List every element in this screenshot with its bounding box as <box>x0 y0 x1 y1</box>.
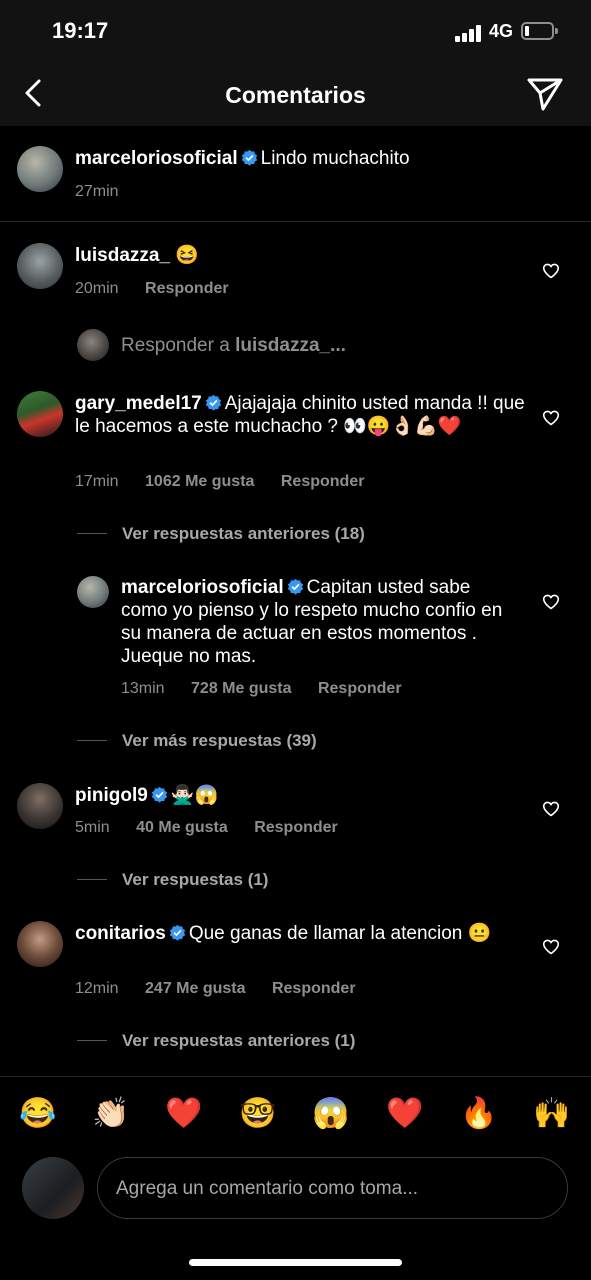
status-bar: 19:17 4G <box>0 0 591 64</box>
caption-meta: 27min <box>75 183 141 201</box>
reply-text: marceloriosoficial Capitan usted sabe com… <box>121 576 521 668</box>
direct-send-icon[interactable] <box>525 76 565 112</box>
avatar[interactable] <box>77 576 109 608</box>
timestamp: 5min <box>75 819 110 836</box>
signal-icon <box>455 24 483 42</box>
reply-button[interactable]: Responder <box>254 819 338 836</box>
comment-input-placeholder: Agrega un comentario como toma... <box>116 1178 419 1199</box>
caption-body: Lindo muchachito <box>260 148 410 169</box>
avatar[interactable] <box>17 921 63 967</box>
verified-badge-icon <box>169 924 185 941</box>
emoji-button[interactable]: 👏🏻 <box>91 1097 131 1131</box>
like-heart-icon[interactable] <box>542 801 560 817</box>
view-replies-label: Ver respuestas anteriores (18) <box>122 524 365 543</box>
comment-text: luisdazza_ 😆 <box>75 244 525 267</box>
reply-button[interactable]: Responder <box>281 473 365 490</box>
emoji-button[interactable]: ❤️ <box>385 1097 425 1131</box>
comment-text: conitarios Que ganas de llamar la atencio… <box>75 922 525 945</box>
username[interactable]: marceloriosoficial <box>121 577 284 598</box>
like-count[interactable]: 247 Me gusta <box>145 980 245 997</box>
view-replies-button[interactable]: Ver respuestas anteriores (1) <box>77 1031 355 1051</box>
comment-text: gary_medel17 Ajajajaja chinito usted mand… <box>75 392 525 438</box>
battery-icon <box>521 22 558 40</box>
timestamp: 17min <box>75 473 119 490</box>
avatar <box>77 329 109 361</box>
comment-body: 🙅🏻‍♂️😱 <box>170 785 219 806</box>
timestamp: 27min <box>75 183 119 200</box>
view-replies-button[interactable]: Ver respuestas (1) <box>77 870 268 890</box>
reply-prompt-prefix: Responder a <box>121 335 236 356</box>
divider <box>77 879 107 880</box>
reply-button[interactable]: Responder <box>272 980 356 997</box>
avatar[interactable] <box>17 243 63 289</box>
username[interactable]: marceloriosoficial <box>75 148 238 169</box>
username[interactable]: luisdazza_ <box>75 245 170 266</box>
comment-meta: 5min 40 Me gusta Responder <box>75 819 360 837</box>
comment-input[interactable]: Agrega un comentario como toma... <box>97 1157 568 1219</box>
comment-meta: 12min 247 Me gusta Responder <box>75 980 378 998</box>
comment-meta: 17min 1062 Me gusta Responder <box>75 473 386 491</box>
like-count[interactable]: 40 Me gusta <box>136 819 228 836</box>
reply-button[interactable]: Responder <box>318 680 402 697</box>
comment-composer: Agrega un comentario como toma... <box>0 1150 591 1230</box>
emoji-button[interactable]: 🤓 <box>238 1097 278 1131</box>
caption-text-line: marceloriosoficial Lindo muchachito <box>75 147 575 170</box>
timestamp: 20min <box>75 280 119 297</box>
top-nav: Comentarios <box>0 64 591 126</box>
avatar[interactable] <box>17 783 63 829</box>
home-indicator <box>189 1259 402 1266</box>
username[interactable]: gary_medel17 <box>75 393 202 414</box>
verified-badge-icon <box>151 786 167 803</box>
like-count[interactable]: 728 Me gusta <box>191 680 291 697</box>
reply-prompt-user: luisdazza_... <box>235 335 346 356</box>
like-heart-icon[interactable] <box>542 263 560 279</box>
view-replies-label: Ver respuestas (1) <box>122 870 269 889</box>
emoji-button[interactable]: 🙌 <box>532 1097 572 1131</box>
emoji-button[interactable]: ❤️ <box>164 1097 204 1131</box>
avatar <box>22 1157 84 1219</box>
emoji-button[interactable]: 🔥 <box>459 1097 499 1131</box>
like-count[interactable]: 1062 Me gusta <box>145 473 254 490</box>
timestamp: 13min <box>121 680 165 697</box>
verified-badge-icon <box>205 394 221 411</box>
status-time: 19:17 <box>52 18 109 43</box>
divider <box>77 1040 107 1041</box>
comment-text: pinigol9 🙅🏻‍♂️😱 <box>75 784 525 807</box>
reply-button[interactable]: Responder <box>145 280 229 297</box>
avatar[interactable] <box>17 391 63 437</box>
verified-badge-icon <box>287 578 303 595</box>
username[interactable]: conitarios <box>75 923 166 944</box>
like-heart-icon[interactable] <box>542 594 560 610</box>
username[interactable]: pinigol9 <box>75 785 148 806</box>
view-more-replies-button[interactable]: Ver más respuestas (39) <box>77 731 317 751</box>
reply-meta: 13min 728 Me gusta Responder <box>121 680 424 698</box>
view-replies-label: Ver respuestas anteriores (1) <box>122 1031 356 1050</box>
like-heart-icon[interactable] <box>542 410 560 426</box>
page-title: Comentarios <box>225 82 366 108</box>
like-heart-icon[interactable] <box>542 939 560 955</box>
timestamp: 12min <box>75 980 119 997</box>
emoji-button[interactable]: 😱 <box>311 1097 351 1131</box>
view-more-replies-label: Ver más respuestas (39) <box>122 731 317 750</box>
network-type: 4G <box>489 21 514 41</box>
comment-meta: 20min Responder <box>75 280 251 298</box>
post-caption: marceloriosoficial Lindo muchachito 27min <box>0 126 591 222</box>
emoji-quick-bar: 😂 👏🏻 ❤️ 🤓 😱 ❤️ 🔥 🙌 <box>0 1076 591 1150</box>
comment-body: 😆 <box>175 245 199 266</box>
comment-body: Que ganas de llamar la atencion 😐 <box>188 923 492 944</box>
avatar[interactable] <box>17 146 63 192</box>
divider <box>77 740 107 741</box>
verified-badge-icon <box>241 149 257 166</box>
emoji-button[interactable]: 😂 <box>18 1097 58 1131</box>
reply-prompt-text: Responder a luisdazza_... <box>121 335 346 357</box>
divider <box>77 533 107 534</box>
view-replies-button[interactable]: Ver respuestas anteriores (18) <box>77 524 365 544</box>
